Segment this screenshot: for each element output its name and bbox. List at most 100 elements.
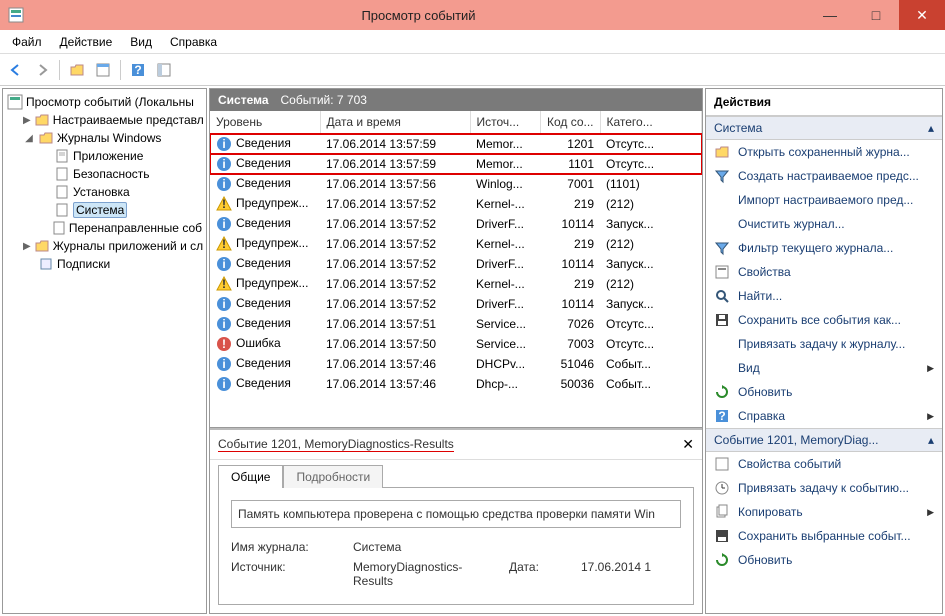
tab-details[interactable]: Подробности <box>283 465 383 488</box>
tree-setup[interactable]: Установка <box>37 183 204 201</box>
tool-open-icon[interactable] <box>65 58 89 82</box>
tab-general[interactable]: Общие <box>218 465 283 488</box>
table-row[interactable]: !Ошибка17.06.2014 13:57:50Service...7003… <box>210 334 702 354</box>
expander-icon[interactable]: ◢ <box>23 133 35 144</box>
source-label: Источник: <box>231 560 341 588</box>
log-icon <box>54 202 70 218</box>
action-attach-task[interactable]: Привязать задачу к журналу... <box>706 332 942 356</box>
svg-text:!: ! <box>222 237 226 251</box>
table-row[interactable]: iСведения17.06.2014 13:57:52DriverF...10… <box>210 254 702 274</box>
menubar: Файл Действие Вид Справка <box>0 30 945 54</box>
actions-pane: Действия Система▴ Открыть сохраненный жу… <box>705 88 943 614</box>
action-refresh[interactable]: Обновить <box>706 380 942 404</box>
menu-help[interactable]: Справка <box>162 32 225 52</box>
action-open-saved[interactable]: Открыть сохраненный журна... <box>706 140 942 164</box>
tool-pane-icon[interactable] <box>152 58 176 82</box>
table-row[interactable]: iСведения17.06.2014 13:57:46DHCPv...5104… <box>210 354 702 374</box>
maximize-button[interactable]: □ <box>853 0 899 30</box>
action-clear-log[interactable]: Очистить журнал... <box>706 212 942 236</box>
table-header-row[interactable]: Уровень Дата и время Источ... Код со... … <box>210 111 702 134</box>
tree-security[interactable]: Безопасность <box>37 165 204 183</box>
collapse-icon[interactable]: ▴ <box>928 433 934 447</box>
tree-root[interactable]: Просмотр событий (Локальны <box>5 93 204 111</box>
info-icon: i <box>216 356 232 372</box>
tree-app-services[interactable]: ▶ Журналы приложений и сл <box>21 237 204 255</box>
svg-text:i: i <box>222 357 225 371</box>
detail-close-button[interactable]: ✕ <box>682 436 694 453</box>
actions-section-event: Событие 1201, MemoryDiag...▴ <box>706 428 942 452</box>
error-icon: ! <box>216 336 232 352</box>
info-icon: i <box>216 216 232 232</box>
action-save-all[interactable]: Сохранить все события как... <box>706 308 942 332</box>
minimize-button[interactable]: — <box>807 0 853 30</box>
date-value: 17.06.2014 1 <box>581 560 681 588</box>
table-row[interactable]: iСведения17.06.2014 13:57:46Dhcp-...5003… <box>210 374 702 394</box>
date-label: Дата: <box>509 560 569 588</box>
warn-icon: ! <box>216 276 232 292</box>
svg-text:i: i <box>222 317 225 331</box>
svg-text:?: ? <box>134 63 141 77</box>
expander-icon[interactable]: ▶ <box>23 115 31 126</box>
tree-system[interactable]: Система <box>37 201 204 219</box>
forward-button[interactable] <box>30 58 54 82</box>
table-row[interactable]: !Предупреж...17.06.2014 13:57:52Kernel-.… <box>210 234 702 254</box>
help-icon[interactable]: ? <box>126 58 150 82</box>
tree-subscriptions[interactable]: Подписки <box>21 255 204 273</box>
import-icon <box>714 192 730 208</box>
tree-forwarded[interactable]: Перенаправленные соб <box>37 219 204 237</box>
col-eventid[interactable]: Код со... <box>540 111 600 134</box>
svg-text:!: ! <box>222 277 226 291</box>
detail-pane: Событие 1201, MemoryDiagnostics-Results … <box>210 428 702 613</box>
action-import-view[interactable]: Импорт настраиваемого пред... <box>706 188 942 212</box>
menu-file[interactable]: Файл <box>4 32 50 52</box>
open-log-icon <box>714 144 730 160</box>
log-icon <box>54 166 70 182</box>
info-icon: i <box>216 156 232 172</box>
action-properties[interactable]: Свойства <box>706 260 942 284</box>
action-create-view[interactable]: Создать настраиваемое предс... <box>706 164 942 188</box>
col-datetime[interactable]: Дата и время <box>320 111 470 134</box>
collapse-icon[interactable]: ▴ <box>928 121 934 135</box>
event-table[interactable]: Уровень Дата и время Источ... Код со... … <box>210 111 702 428</box>
properties-icon <box>714 264 730 280</box>
action-event-props[interactable]: Свойства событий <box>706 452 942 476</box>
table-row[interactable]: iСведения17.06.2014 13:57:52DriverF...10… <box>210 294 702 314</box>
tree-windows-logs[interactable]: ◢ Журналы Windows <box>21 129 204 147</box>
table-row[interactable]: iСведения17.06.2014 13:57:59Memor...1201… <box>210 134 702 155</box>
tree-custom-views[interactable]: ▶ Настраиваемые представл <box>21 111 204 129</box>
action-filter-log[interactable]: Фильтр текущего журнала... <box>706 236 942 260</box>
task-icon <box>714 480 730 496</box>
table-row[interactable]: iСведения17.06.2014 13:57:59Memor...1101… <box>210 154 702 174</box>
tree-application[interactable]: Приложение <box>37 147 204 165</box>
expander-icon[interactable]: ▶ <box>23 241 31 252</box>
action-save-selected[interactable]: Сохранить выбранные событ... <box>706 524 942 548</box>
back-button[interactable] <box>4 58 28 82</box>
folder-icon <box>38 130 54 146</box>
table-row[interactable]: !Предупреж...17.06.2014 13:57:52Kernel-.… <box>210 194 702 214</box>
action-copy[interactable]: Копировать▶ <box>706 500 942 524</box>
menu-action[interactable]: Действие <box>52 32 121 52</box>
window-title: Просмотр событий <box>30 8 807 23</box>
info-icon: i <box>216 316 232 332</box>
col-level[interactable]: Уровень <box>210 111 320 134</box>
tool-properties-icon[interactable] <box>91 58 115 82</box>
col-category[interactable]: Катего... <box>600 111 702 134</box>
table-row[interactable]: iСведения17.06.2014 13:57:56Winlog...700… <box>210 174 702 194</box>
action-refresh2[interactable]: Обновить <box>706 548 942 572</box>
eventviewer-icon <box>7 94 23 110</box>
col-source[interactable]: Источ... <box>470 111 540 134</box>
svg-text:!: ! <box>222 197 226 211</box>
table-row[interactable]: !Предупреж...17.06.2014 13:57:52Kernel-.… <box>210 274 702 294</box>
action-view-submenu[interactable]: Вид▶ <box>706 356 942 380</box>
close-button[interactable]: ✕ <box>899 0 945 30</box>
detail-body: Память компьютера проверена с помощью ср… <box>218 487 694 605</box>
action-help[interactable]: ?Справка▶ <box>706 404 942 428</box>
log-icon <box>52 220 66 236</box>
log-icon <box>54 184 70 200</box>
table-row[interactable]: iСведения17.06.2014 13:57:51Service...70… <box>210 314 702 334</box>
tree-pane[interactable]: Просмотр событий (Локальны ▶ Настраиваем… <box>2 88 207 614</box>
action-attach-event-task[interactable]: Привязать задачу к событию... <box>706 476 942 500</box>
action-find[interactable]: Найти... <box>706 284 942 308</box>
menu-view[interactable]: Вид <box>122 32 160 52</box>
table-row[interactable]: iСведения17.06.2014 13:57:52DriverF...10… <box>210 214 702 234</box>
